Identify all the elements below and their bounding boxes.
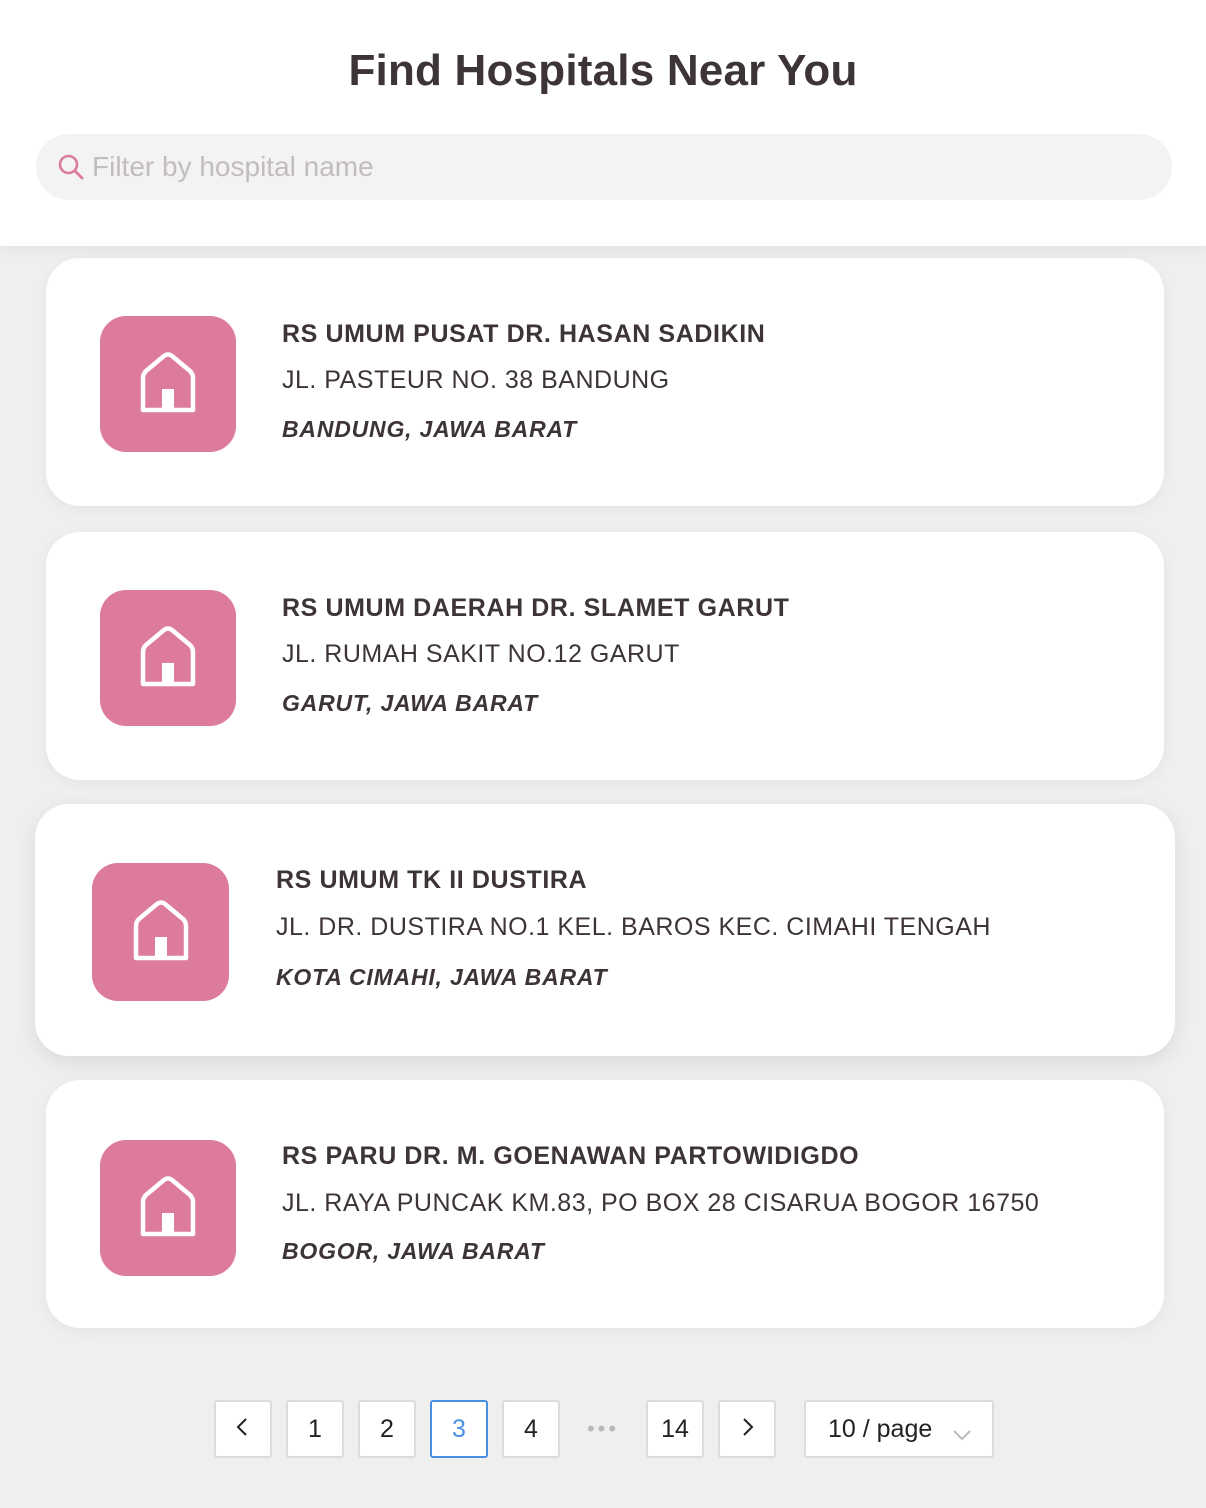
hospital-region: KOTA CIMAHI, JAWA BARAT	[276, 964, 608, 990]
chevron-left-icon	[235, 1415, 251, 1444]
hospital-region: BOGOR, JAWA BARAT	[282, 1238, 545, 1264]
hospital-name: RS PARU DR. M. GOENAWAN PARTOWIDIGDO	[282, 1142, 860, 1170]
hospital-address: JL. PASTEUR NO. 38 BANDUNG	[282, 366, 670, 394]
search-input[interactable]	[92, 137, 1142, 197]
page-title: Find Hospitals Near You	[348, 46, 858, 95]
house-icon	[136, 624, 200, 693]
hospital-address: JL. RAYA PUNCAK KM.83, PO BOX 28 CISARUA…	[282, 1189, 1040, 1217]
chevron-right-icon	[739, 1415, 755, 1444]
house-icon	[136, 350, 200, 419]
page-button-3-current[interactable]: 3	[430, 1400, 488, 1458]
hospital-card[interactable]: RS UMUM TK II DUSTIRA JL. DR. DUSTIRA NO…	[35, 804, 1175, 1056]
search-box[interactable]	[36, 134, 1172, 200]
page-button-last[interactable]: 14	[646, 1400, 704, 1458]
hospital-card[interactable]: RS PARU DR. M. GOENAWAN PARTOWIDIGDO JL.…	[46, 1080, 1164, 1328]
page-button-2[interactable]: 2	[358, 1400, 416, 1458]
hospital-name: RS UMUM TK II DUSTIRA	[276, 866, 588, 894]
house-icon	[136, 1174, 200, 1243]
hospital-card[interactable]: RS UMUM PUSAT DR. HASAN SADIKIN JL. PAST…	[46, 258, 1164, 506]
next-page-button[interactable]	[718, 1400, 776, 1458]
prev-page-button[interactable]	[214, 1400, 272, 1458]
pagination: 1 2 3 4 ••• 14 10 / page	[0, 1400, 1206, 1458]
hospital-address: JL. RUMAH SAKIT NO.12 GARUT	[282, 640, 680, 668]
page-button-1[interactable]: 1	[286, 1400, 344, 1458]
hospital-region: BANDUNG, JAWA BARAT	[282, 416, 578, 442]
hospital-region: GARUT, JAWA BARAT	[282, 690, 538, 716]
page-size-select[interactable]: 10 / page	[804, 1400, 994, 1458]
pagination-ellipsis[interactable]: •••	[574, 1400, 632, 1458]
header: Find Hospitals Near You	[0, 0, 1206, 246]
chevron-down-icon	[952, 1420, 972, 1449]
hospital-card[interactable]: RS UMUM DAERAH DR. SLAMET GARUT JL. RUMA…	[46, 532, 1164, 780]
hospital-name: RS UMUM DAERAH DR. SLAMET GARUT	[282, 594, 790, 622]
search-icon	[56, 152, 86, 182]
page-button-4[interactable]: 4	[502, 1400, 560, 1458]
hospital-tile	[100, 1140, 236, 1276]
page-size-label: 10 / page	[828, 1414, 933, 1443]
hospital-tile	[92, 863, 229, 1001]
house-icon	[129, 898, 193, 967]
hospital-tile	[100, 590, 236, 726]
hospital-tile	[100, 316, 236, 452]
hospital-address: JL. DR. DUSTIRA NO.1 KEL. BAROS KEC. CIM…	[276, 913, 991, 941]
hospital-name: RS UMUM PUSAT DR. HASAN SADIKIN	[282, 320, 766, 348]
